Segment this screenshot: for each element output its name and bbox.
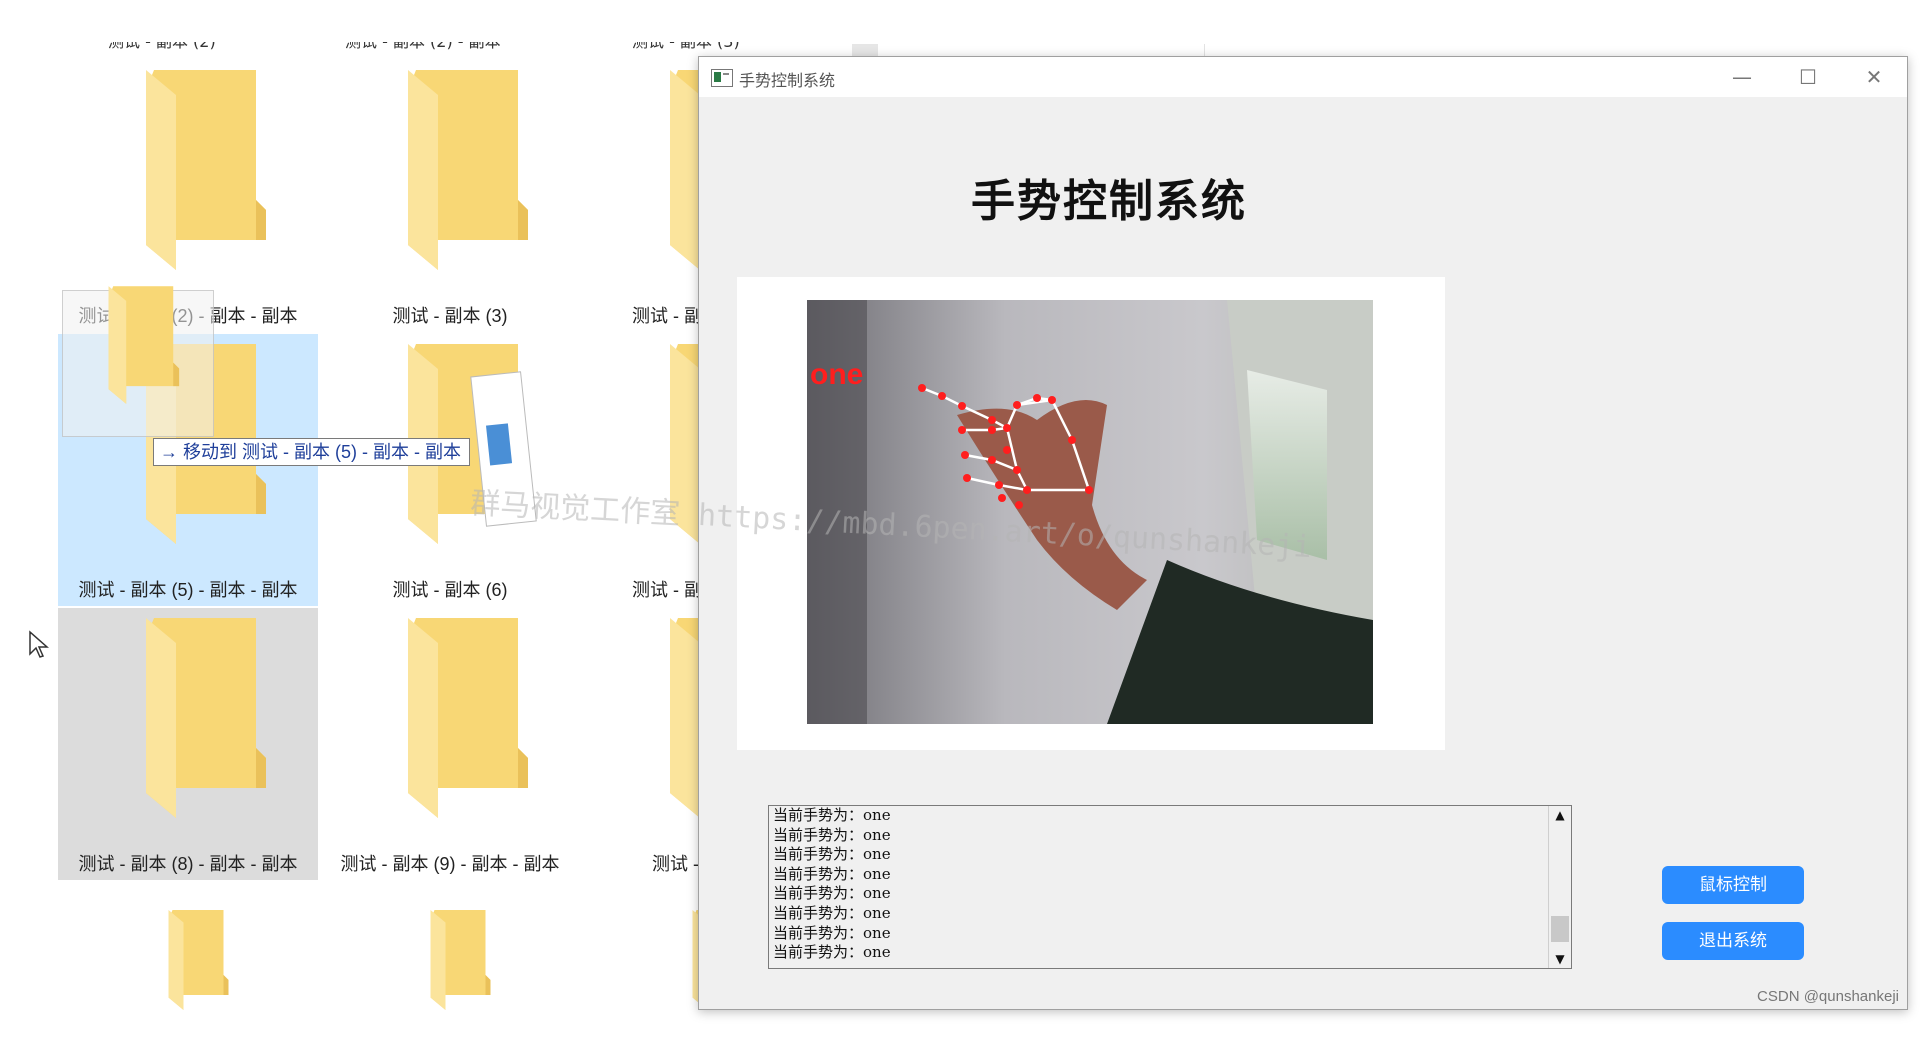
folder-label-top-1[interactable]: 测试 - 副本 (2) [108,42,216,52]
folder-icon [106,618,276,818]
folder-label: 测试 - 副本 (6) [392,580,508,600]
minimize-button[interactable]: — [1709,57,1775,97]
folder-icon[interactable] [368,910,538,1010]
scroll-thumb[interactable] [1551,916,1569,942]
folder-label: 测试 - 副本 (9) - 副本 - 副本 [340,854,560,874]
folder-item[interactable]: 测试 - 副本 (6) [320,334,580,606]
log-line: 当前手势为：one [773,943,891,962]
log-line: 当前手势为：one [773,923,891,942]
scroll-up-icon[interactable]: ▲ [1549,806,1571,824]
log-line: 当前手势为：one [773,864,891,883]
app-window-icon [711,69,733,87]
folder-item-hover[interactable]: 测试 - 副本 (8) - 副本 - 副本 [58,608,318,880]
log-line: 当前手势为：one [773,903,891,922]
folder-item[interactable]: 测试 - 副本 (9) - 副本 - 副本 [320,608,580,880]
log-scrollbar[interactable]: ▲ ▼ [1548,806,1571,968]
log-line: 当前手势为：one [773,825,891,844]
log-line: 当前手势为：one [773,884,891,903]
log-line: 当前手势为：one [773,845,891,864]
gesture-log[interactable]: 当前手势为：one 当前手势为：one 当前手势为：one 当前手势为：one 当前手势… [768,805,1572,969]
maximize-button[interactable]: ☐ [1775,57,1841,97]
scroll-down-icon[interactable]: ▼ [1549,950,1571,968]
arrow-right-icon: → [160,442,178,462]
folder-icon [106,70,276,270]
drag-preview [62,290,214,437]
window-titlebar[interactable]: 手势控制系统 — ☐ ✕ [699,57,1907,97]
credit-text: CSDN @qunshankeji [1757,988,1899,1005]
gesture-label: one [810,358,864,391]
close-button[interactable]: ✕ [1841,57,1907,97]
folder-icon [368,70,538,270]
folder-label: 测试 - 副本 (5) - 副本 - 副本 [78,580,298,600]
exit-system-button[interactable]: 退出系统 [1662,922,1804,960]
folder-label-top-2[interactable]: 测试 - 副本 (2) - 副本 [345,42,501,52]
folder-icon[interactable] [106,910,276,1010]
folder-icon [85,285,185,405]
window-title: 手势控制系统 [739,71,836,90]
folder-label: 测试 - 副本 (3) [392,306,508,326]
page-title: 手势控制系统 [971,176,1247,227]
drag-tooltip-text: 移动到 测试 - 副本 (5) - 副本 - 副本 [183,442,462,462]
folder-icon [368,618,538,818]
folder-item[interactable]: 测试 - 副本 (3) [320,60,580,332]
mouse-cursor-icon [29,630,49,658]
folder-label-top-3[interactable]: 测试 - 副本 (3) [632,42,740,52]
mouse-control-button[interactable]: 鼠标控制 [1662,866,1804,904]
log-lines: 当前手势为：one 当前手势为：one 当前手势为：one 当前手势为：one 当前手势… [773,806,1545,963]
log-line: 当前手势为：one [773,806,891,824]
folder-label: 测试 - 副本 (8) - 副本 - 副本 [78,854,298,874]
drag-move-tooltip: → 移动到 测试 - 副本 (5) - 副本 - 副本 [153,438,471,466]
